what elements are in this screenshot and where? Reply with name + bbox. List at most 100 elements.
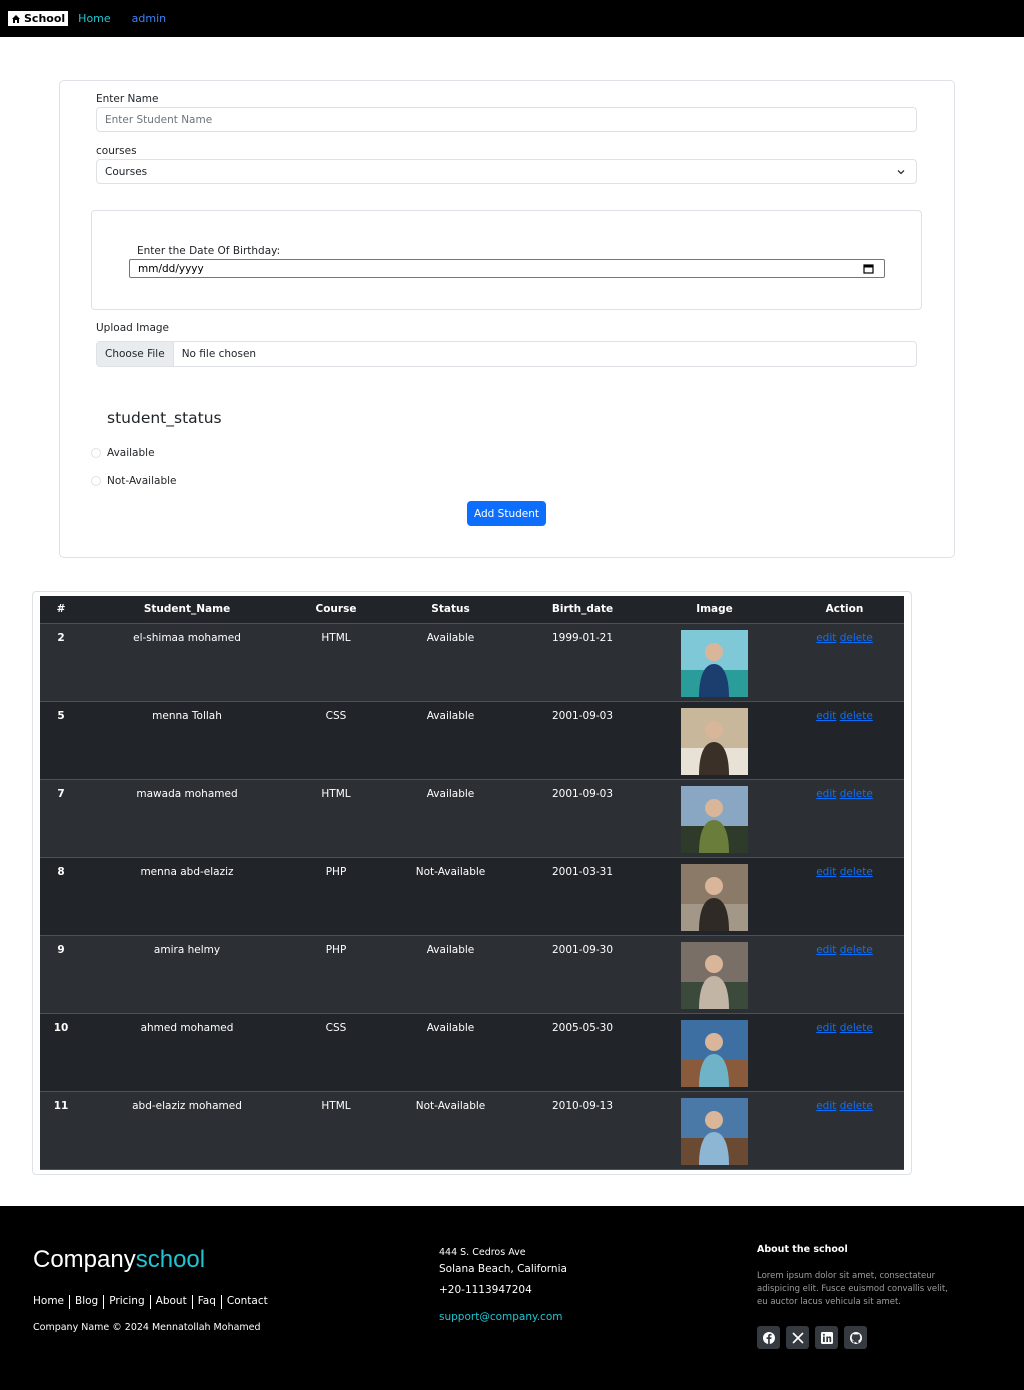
footer-address-line1: 444 S. Cedros Ave [439, 1247, 526, 1258]
linkedin-icon[interactable] [815, 1326, 838, 1349]
navbar: School Home admin [0, 0, 1024, 37]
cell-birth: 1999-01-21 [521, 623, 644, 702]
delete-link[interactable]: delete [840, 944, 873, 956]
table-row: 10 ahmed mohamed CSS Available 2005-05-30 ed… [40, 1013, 904, 1092]
edit-link[interactable]: edit [816, 1022, 836, 1034]
student-photo [681, 707, 748, 775]
nav-home-link[interactable]: Home [78, 12, 110, 25]
footer-about-title: About the school [757, 1244, 848, 1255]
cell-action: edit delete [785, 1091, 904, 1170]
cell-image [644, 701, 785, 780]
cell-name: ahmed mohamed [82, 1013, 292, 1092]
radio-not-available[interactable]: Not-Available [91, 475, 176, 487]
brand-logo[interactable]: School [8, 11, 69, 26]
edit-link[interactable]: edit [816, 1100, 836, 1112]
table-row: 8 menna abd-elaziz PHP Not-Available 2001-03… [40, 857, 904, 936]
choose-file-button[interactable]: Choose File [97, 342, 174, 366]
cell-status: Available [380, 1013, 521, 1092]
student-photo [681, 785, 748, 853]
radio-available-label: Available [107, 447, 155, 459]
delete-link[interactable]: delete [840, 866, 873, 878]
dob-input[interactable]: mm/dd/yyyy [129, 259, 885, 278]
courses-selected-value: Courses [105, 165, 148, 178]
radio-circle[interactable] [91, 448, 101, 458]
cell-action: edit delete [785, 935, 904, 1014]
radio-not-available-label: Not-Available [107, 475, 177, 487]
edit-link[interactable]: edit [816, 788, 836, 800]
col-header-action: Action [785, 596, 904, 624]
delete-link[interactable]: delete [840, 788, 873, 800]
facebook-icon[interactable] [757, 1326, 780, 1349]
footer-email-link[interactable]: support@company.com [439, 1311, 562, 1323]
brand-label: School [24, 12, 66, 25]
footer-link-blog[interactable]: Blog [75, 1295, 98, 1309]
footer-phone: +20-1113947204 [439, 1284, 532, 1296]
cell-course: HTML [292, 1091, 380, 1170]
student-name-input[interactable]: Enter Student Name [96, 107, 917, 132]
delete-link[interactable]: delete [840, 1022, 873, 1034]
name-label: Enter Name [96, 93, 159, 105]
cell-image [644, 857, 785, 936]
footer: Companyschool Home Blog Pricing About Fa… [0, 1206, 1024, 1390]
student-name-placeholder: Enter Student Name [105, 113, 213, 126]
cell-birth: 2001-09-03 [521, 701, 644, 780]
col-header-id: # [40, 596, 82, 624]
cell-name: amira helmy [82, 935, 292, 1014]
cell-name: mawada mohamed [82, 779, 292, 858]
footer-link-home[interactable]: Home [33, 1295, 64, 1309]
chevron-down-icon [897, 170, 905, 175]
col-header-course: Course [292, 596, 380, 624]
footer-address-line2: Solana Beach, California [439, 1263, 567, 1275]
footer-link-faq[interactable]: Faq [198, 1295, 216, 1309]
calendar-icon[interactable] [863, 263, 874, 274]
cell-status: Not-Available [380, 857, 521, 936]
radio-circle[interactable] [91, 476, 101, 486]
cell-action: edit delete [785, 857, 904, 936]
cell-image [644, 935, 785, 1014]
cell-status: Not-Available [380, 1091, 521, 1170]
footer-link-pricing[interactable]: Pricing [109, 1295, 144, 1309]
github-icon[interactable] [844, 1326, 867, 1349]
cell-name: menna abd-elaziz [82, 857, 292, 936]
delete-link[interactable]: delete [840, 1100, 873, 1112]
footer-link-contact[interactable]: Contact [227, 1295, 268, 1309]
col-header-status: Status [380, 596, 521, 624]
courses-select[interactable]: Courses [96, 159, 917, 184]
student-status-title: student_status [107, 409, 222, 427]
cell-action: edit delete [785, 623, 904, 702]
table-row: 11 abd-elaziz mohamed HTML Not-Available 201… [40, 1091, 904, 1170]
col-header-birth: Birth_date [521, 596, 644, 624]
cell-course: CSS [292, 1013, 380, 1092]
nav-admin-link[interactable]: admin [132, 12, 166, 25]
edit-link[interactable]: edit [816, 866, 836, 878]
table-row: 7 mawada mohamed HTML Available 2001-09-03 e… [40, 779, 904, 858]
radio-available[interactable]: Available [91, 447, 155, 459]
cell-status: Available [380, 779, 521, 858]
cell-birth: 2001-09-30 [521, 935, 644, 1014]
cell-id: 8 [40, 857, 82, 936]
add-student-button[interactable]: Add Student [467, 501, 546, 526]
footer-link-about[interactable]: About [156, 1295, 187, 1309]
edit-link[interactable]: edit [816, 710, 836, 722]
add-student-form [59, 80, 955, 558]
cell-status: Available [380, 701, 521, 780]
delete-link[interactable]: delete [840, 632, 873, 644]
footer-about-text: Lorem ipsum dolor sit amet, consectateur… [757, 1271, 948, 1307]
edit-link[interactable]: edit [816, 944, 836, 956]
cell-id: 9 [40, 935, 82, 1014]
cell-id: 11 [40, 1091, 82, 1170]
col-header-name: Student_Name [82, 596, 292, 624]
table-row: 5 menna Tollah CSS Available 2001-09-03 edit… [40, 701, 904, 780]
cell-image [644, 1091, 785, 1170]
edit-link[interactable]: edit [816, 632, 836, 644]
cell-action: edit delete [785, 701, 904, 780]
table-header-row: # Student_Name Course Status Birth_date … [40, 596, 904, 624]
cell-name: abd-elaziz mohamed [82, 1091, 292, 1170]
cell-id: 10 [40, 1013, 82, 1092]
cell-status: Available [380, 935, 521, 1014]
student-photo [681, 863, 748, 931]
x-icon[interactable] [786, 1326, 809, 1349]
cell-birth: 2001-03-31 [521, 857, 644, 936]
image-upload-input[interactable]: Choose File No file chosen [96, 341, 917, 367]
delete-link[interactable]: delete [840, 710, 873, 722]
